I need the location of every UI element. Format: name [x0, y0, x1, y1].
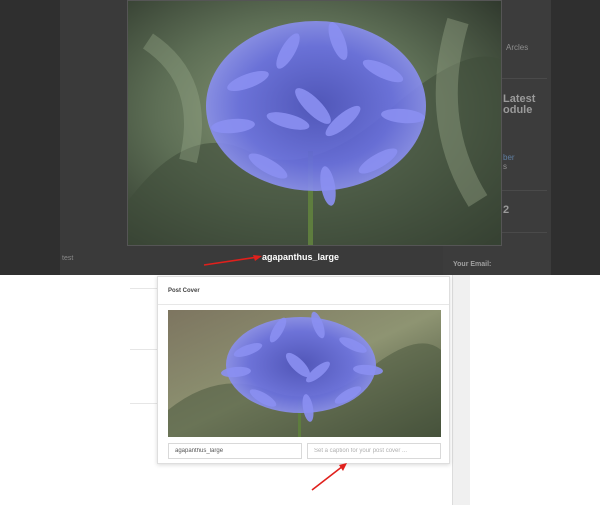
page-body-text: test	[62, 255, 74, 262]
editor-divider	[130, 349, 158, 350]
caption-input[interactable]	[307, 443, 441, 459]
sidebar-email-label: Your Email:	[453, 261, 492, 268]
sidebar-module-heading: odule	[503, 104, 533, 116]
sidebar-number: 2	[503, 204, 510, 216]
sidebar-link[interactable]: ber	[503, 153, 515, 162]
editor-scrollbar[interactable]	[452, 275, 470, 505]
annotation-arrow	[203, 255, 262, 266]
screenshot-stage: Arcles Latest odule ber s 2 agapanthus_l…	[0, 0, 600, 505]
flower-photo	[128, 1, 501, 245]
post-cover-title: Post Cover	[168, 288, 200, 294]
flower-thumbnail	[168, 310, 441, 437]
panel-divider	[158, 304, 449, 305]
annotation-arrow	[311, 463, 347, 491]
editor-divider	[130, 403, 158, 404]
sidebar-articles-text: Arcles	[506, 43, 529, 52]
sidebar-link-sub: s	[503, 162, 507, 171]
lightbox-caption: agapanthus_large	[262, 252, 340, 262]
post-cover-image[interactable]	[168, 310, 441, 437]
editor-divider	[130, 288, 158, 289]
lightbox-overlay[interactable]: Arcles Latest odule ber s 2 agapanthus_l…	[0, 0, 600, 275]
lightbox-image[interactable]	[127, 0, 502, 246]
post-cover-panel: Post Cover	[157, 276, 450, 464]
image-name-field[interactable]	[168, 443, 302, 459]
